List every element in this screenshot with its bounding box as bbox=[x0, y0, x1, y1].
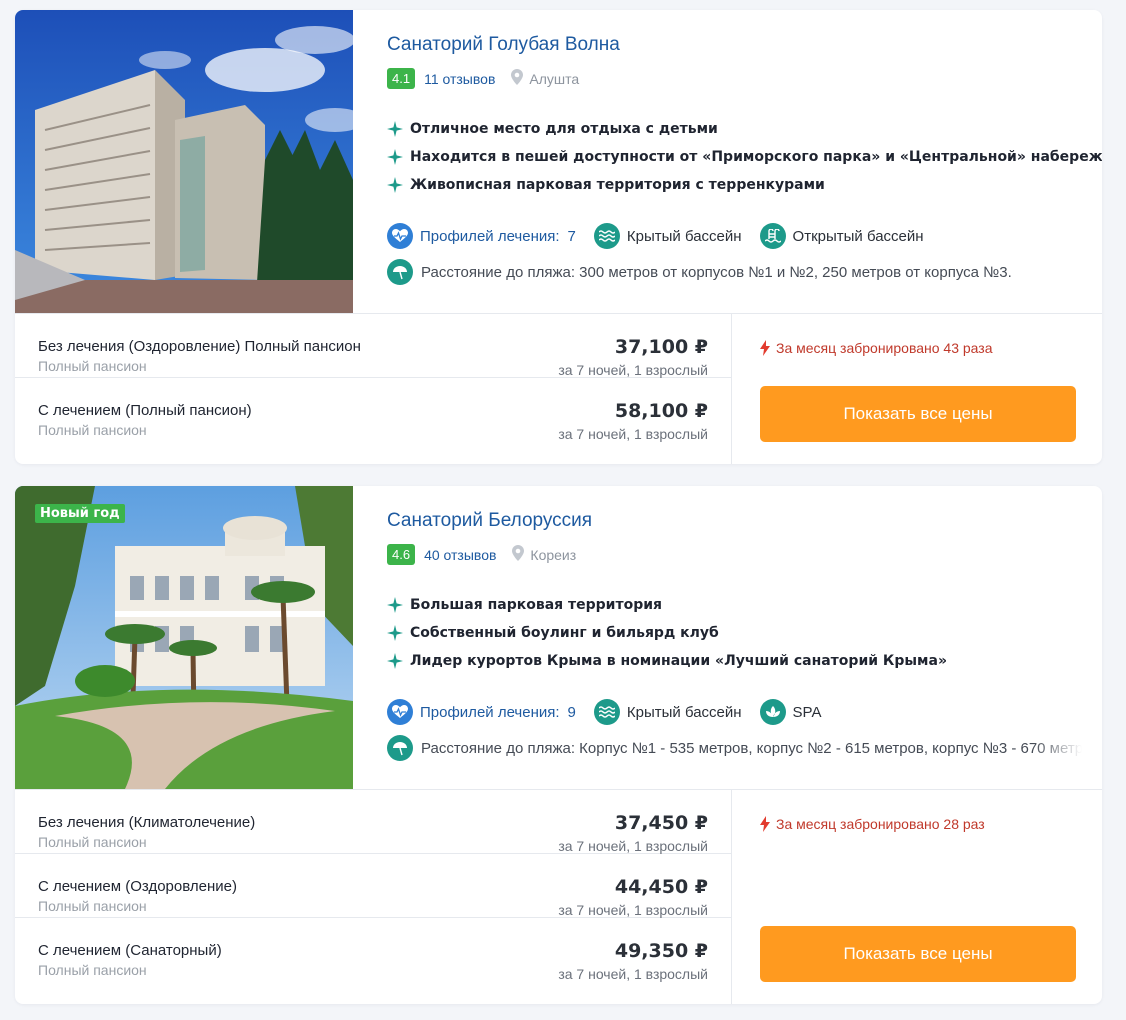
booking-side: За месяц забронировано 43 раза Показать … bbox=[731, 313, 1102, 464]
beach-distance: Расстояние до пляжа: 300 метров от корпу… bbox=[387, 259, 1102, 285]
feature-text: Находится в пешей доступности от «Примор… bbox=[410, 149, 1102, 165]
offer-price: 37,450 ₽ bbox=[614, 812, 708, 834]
hotel-info: Санаторий Голубая Волна 4.1 11 отзывов А… bbox=[353, 10, 1102, 313]
sparkle-icon bbox=[387, 653, 403, 669]
beach-umbrella-icon bbox=[387, 259, 413, 285]
feature-text: Большая парковая территория bbox=[410, 597, 663, 613]
offer-price: 49,350 ₽ bbox=[614, 940, 708, 962]
offer-title: Без лечения (Климатолечение) bbox=[38, 814, 256, 831]
lightning-icon bbox=[760, 340, 770, 356]
feature-item: Находится в пешей доступности от «Примор… bbox=[387, 143, 1102, 171]
booking-stat-text: За месяц забронировано 43 раза bbox=[776, 340, 993, 356]
amenity-label: Крытый бассейн bbox=[626, 703, 742, 721]
hotel-city: Кореиз bbox=[530, 546, 577, 563]
rating-badge: 4.6 bbox=[387, 544, 416, 565]
feature-text: Лидер курортов Крыма в номинации «Лучший… bbox=[410, 653, 947, 669]
amenity-outdoor-pool: Открытый бассейн bbox=[759, 223, 924, 249]
treatment-profiles-label: Профилей лечения: bbox=[420, 227, 560, 245]
offer-price: 37,100 ₽ bbox=[614, 336, 708, 358]
booking-stat: За месяц забронировано 28 раз bbox=[760, 816, 985, 832]
feature-item: Собственный боулинг и бильярд клуб bbox=[387, 619, 1102, 647]
waves-icon bbox=[593, 223, 620, 249]
treatment-profiles-label: Профилей лечения: bbox=[420, 703, 560, 721]
treatment-profiles-count: 9 bbox=[567, 703, 576, 721]
offer-period: за 7 ночей, 1 взрослый bbox=[558, 838, 708, 854]
sparkle-icon bbox=[387, 597, 403, 613]
feature-item: Отличное место для отдыха с детьми bbox=[387, 115, 1102, 143]
treatment-profiles[interactable]: Профилей лечения: 7 bbox=[387, 223, 576, 249]
hotel-meta: 4.1 11 отзывов Алушта bbox=[387, 68, 1102, 89]
sparkle-icon bbox=[387, 121, 403, 137]
amenity-indoor-pool: Крытый бассейн bbox=[593, 699, 742, 725]
pool-ladder-icon bbox=[759, 223, 786, 249]
offer-period: за 7 ночей, 1 взрослый bbox=[558, 426, 708, 442]
reviews-link[interactable]: 11 отзывов bbox=[424, 71, 495, 87]
hotel-name[interactable]: Санаторий Белоруссия bbox=[387, 510, 1102, 532]
waves-icon bbox=[593, 699, 620, 725]
heart-pulse-icon bbox=[387, 223, 413, 249]
offer-period: за 7 ночей, 1 взрослый bbox=[558, 362, 708, 378]
offer-title: С лечением (Полный пансион) bbox=[38, 402, 252, 419]
feature-item: Живописная парковая территория с терренк… bbox=[387, 171, 1102, 199]
sparkle-icon bbox=[387, 625, 403, 641]
hotel-name[interactable]: Санаторий Голубая Волна bbox=[387, 34, 1102, 56]
hotel-photo[interactable] bbox=[15, 10, 353, 313]
beach-umbrella-icon bbox=[387, 735, 413, 761]
location-pin-icon bbox=[512, 545, 525, 564]
amenity-row: Профилей лечения: 7 Крытый бассейн Откры… bbox=[387, 223, 1102, 249]
amenity-row: Профилей лечения: 9 Крытый бассейн SPA bbox=[387, 699, 1102, 725]
feature-text: Отличное место для отдыха с детьми bbox=[410, 121, 718, 137]
offer-list: Без лечения (Оздоровление) Полный пансио… bbox=[15, 313, 731, 464]
spa-leaf-icon bbox=[759, 699, 786, 725]
treatment-profiles[interactable]: Профилей лечения: 9 bbox=[387, 699, 576, 725]
feature-list: Отличное место для отдыха с детьми Наход… bbox=[387, 115, 1102, 199]
booking-stat-text: За месяц забронировано 28 раз bbox=[776, 816, 985, 832]
offer-row[interactable]: С лечением (Оздоровление) Полный пансион… bbox=[15, 854, 731, 918]
feature-item: Лидер курортов Крыма в номинации «Лучший… bbox=[387, 647, 1102, 675]
amenity-indoor-pool: Крытый бассейн bbox=[593, 223, 742, 249]
feature-text: Собственный боулинг и бильярд клуб bbox=[410, 625, 719, 641]
heart-pulse-icon bbox=[387, 699, 413, 725]
hotel-city: Алушта bbox=[529, 70, 580, 87]
sparkle-icon bbox=[387, 149, 403, 165]
rating-badge: 4.1 bbox=[387, 68, 416, 89]
reviews-link[interactable]: 40 отзывов bbox=[424, 547, 496, 563]
amenity-spa: SPA bbox=[759, 699, 822, 725]
treatment-profiles-count: 7 bbox=[567, 227, 576, 245]
show-all-prices-button[interactable]: Показать все цены bbox=[760, 926, 1076, 982]
offer-row[interactable]: С лечением (Полный пансион) Полный панси… bbox=[15, 378, 731, 442]
amenity-label: Крытый бассейн bbox=[626, 227, 742, 245]
offer-period: за 7 ночей, 1 взрослый bbox=[558, 902, 708, 918]
hotel-info: Санаторий Белоруссия 4.6 40 отзывов Коре… bbox=[353, 486, 1102, 789]
show-all-prices-button[interactable]: Показать все цены bbox=[760, 386, 1076, 442]
feature-text: Живописная парковая территория с терренк… bbox=[410, 177, 825, 193]
hotel-photo[interactable]: Новый год bbox=[15, 486, 353, 789]
offer-row[interactable]: Без лечения (Оздоровление) Полный пансио… bbox=[15, 314, 731, 378]
offer-period: за 7 ночей, 1 взрослый bbox=[558, 966, 708, 982]
amenity-label: SPA bbox=[792, 703, 822, 721]
beach-distance-text: Расстояние до пляжа: 300 метров от корпу… bbox=[421, 263, 1012, 281]
location-pin-icon bbox=[511, 69, 524, 88]
beach-distance-text: Расстояние до пляжа: Корпус №1 - 535 мет… bbox=[421, 739, 1082, 757]
offer-row[interactable]: С лечением (Санаторный) Полный пансион 4… bbox=[15, 918, 731, 982]
offer-title: Без лечения (Оздоровление) Полный пансио… bbox=[38, 338, 361, 355]
lightning-icon bbox=[760, 816, 770, 832]
hotel-card: Новый год Санаторий Белоруссия 4.6 40 от… bbox=[15, 486, 1102, 1004]
amenity-label: Открытый бассейн bbox=[792, 227, 924, 245]
offer-title: С лечением (Санаторный) bbox=[38, 942, 222, 959]
new-year-badge: Новый год bbox=[35, 504, 125, 523]
booking-stat: За месяц забронировано 43 раза bbox=[760, 340, 993, 356]
offer-price: 58,100 ₽ bbox=[614, 400, 708, 422]
hotel-meta: 4.6 40 отзывов Кореиз bbox=[387, 544, 1102, 565]
offer-price: 44,450 ₽ bbox=[614, 876, 708, 898]
hotel-card: Санаторий Голубая Волна 4.1 11 отзывов А… bbox=[15, 10, 1102, 464]
beach-distance: Расстояние до пляжа: Корпус №1 - 535 мет… bbox=[387, 735, 1082, 761]
feature-list: Большая парковая территория Собственный … bbox=[387, 591, 1102, 675]
offer-row[interactable]: Без лечения (Климатолечение) Полный панс… bbox=[15, 790, 731, 854]
offer-list: Без лечения (Климатолечение) Полный панс… bbox=[15, 789, 731, 1004]
sparkle-icon bbox=[387, 177, 403, 193]
offer-title: С лечением (Оздоровление) bbox=[38, 878, 237, 895]
booking-side: За месяц забронировано 28 раз Показать в… bbox=[731, 789, 1102, 1004]
feature-item: Большая парковая территория bbox=[387, 591, 1102, 619]
